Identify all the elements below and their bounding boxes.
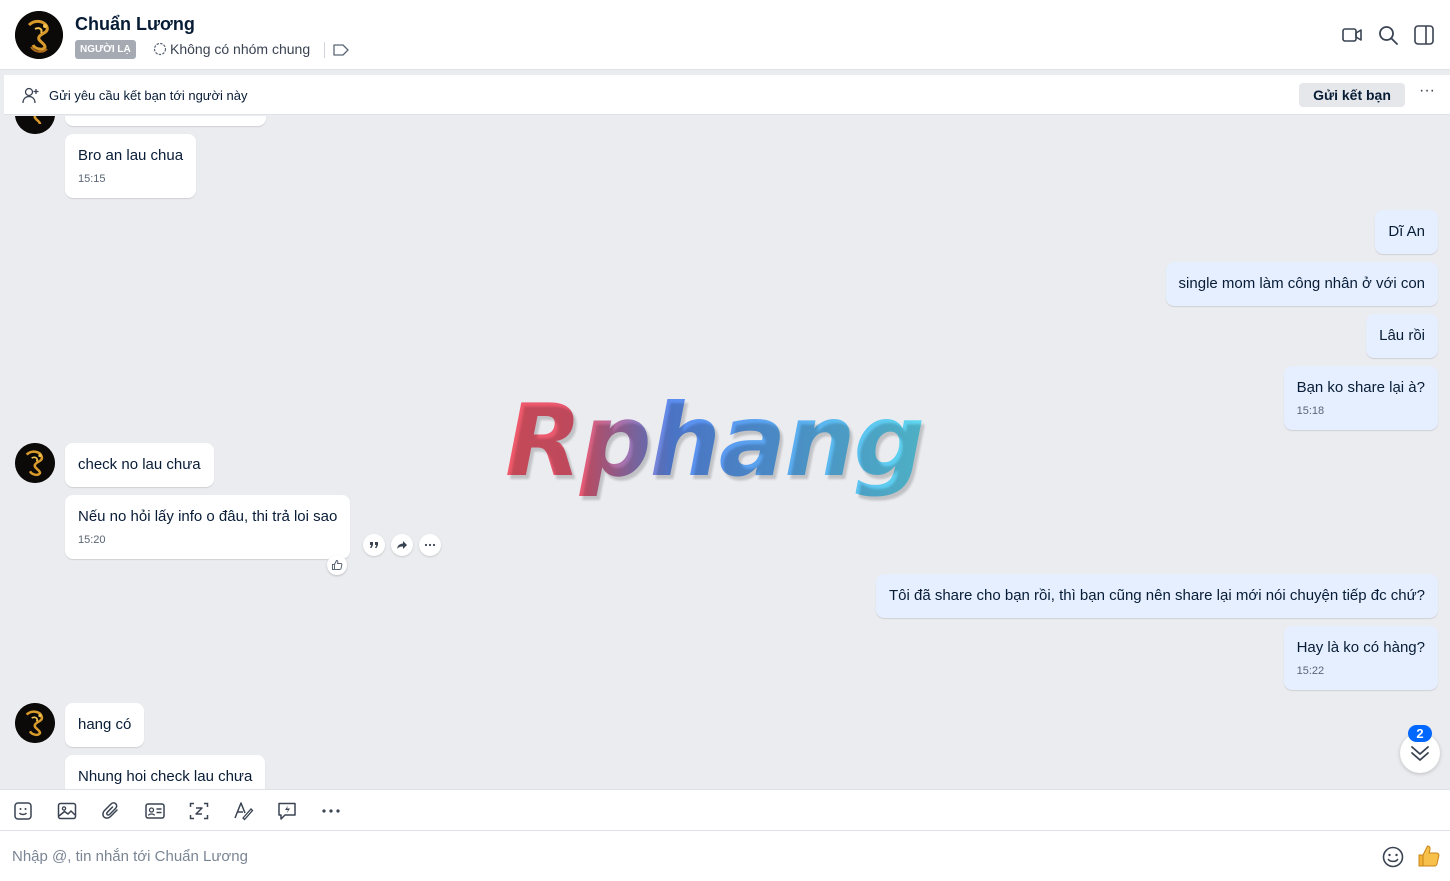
stranger-badge: NGƯỜI LẠ [75, 40, 136, 59]
label-tag-icon[interactable] [332, 42, 350, 58]
contact-card-icon[interactable] [144, 800, 166, 822]
send-friend-request-button[interactable]: Gửi kết bạn [1299, 83, 1405, 107]
message-text: Hay là ko có hàng? [1296, 639, 1425, 656]
quote-icon [369, 542, 378, 548]
image-icon[interactable] [56, 800, 78, 822]
message-bubble-outgoing[interactable]: Tôi đã share cho bạn rồi, thì bạn cũng n… [875, 574, 1438, 618]
header-divider [324, 42, 325, 58]
group-circle-icon [153, 42, 167, 56]
message-bubble-outgoing[interactable]: Lâu rồi [1366, 314, 1438, 358]
friend-bar-more-button[interactable]: ··· [1417, 83, 1437, 103]
unread-count-badge: 2 [1408, 725, 1432, 742]
message-text: hang có [78, 716, 132, 733]
quick-message-icon[interactable] [276, 800, 298, 822]
message-bubble-outgoing[interactable]: Bạn ko share lại à? 15:18 [1283, 366, 1438, 430]
watermark-logo: Rphang [505, 382, 925, 499]
common-groups-label: Không có nhóm chung [170, 41, 311, 57]
text-format-icon[interactable] [232, 800, 254, 822]
quick-like-icon[interactable] [1416, 843, 1442, 869]
screenshot-icon[interactable] [188, 800, 210, 822]
contact-name[interactable]: Chuẩn Lương [75, 14, 195, 35]
message-text: Bro an lau chua [78, 147, 184, 164]
forward-arrow-icon [397, 541, 407, 549]
message-bubble-incoming[interactable]: Nếu no hỏi lấy info o đâu, thi trả loi s… [65, 495, 351, 559]
dragon-avatar-icon [15, 443, 55, 483]
message-time: 15:15 [78, 173, 106, 185]
react-like-button[interactable] [327, 555, 347, 575]
sender-avatar[interactable] [15, 443, 55, 483]
message-bubble-outgoing[interactable]: Dĩ An [1375, 210, 1438, 254]
dragon-avatar-icon [15, 703, 55, 743]
add-friend-icon [22, 87, 39, 104]
video-call-icon[interactable] [1341, 24, 1363, 46]
chat-header: Chuẩn Lương NGƯỜI LẠ Không có nhóm chung [0, 0, 1450, 70]
message-time: 15:18 [1296, 405, 1325, 417]
message-bubble-incoming[interactable]: Nhung hoi check lau chưa [65, 755, 266, 789]
message-bubble-incoming[interactable]: Bro an lau chua 15:15 [65, 134, 197, 198]
search-icon[interactable] [1377, 24, 1399, 46]
message-input[interactable] [12, 844, 1352, 868]
dragon-avatar-icon [15, 116, 55, 134]
friend-request-bar: Gửi yêu cầu kết bạn tới người này Gửi kế… [4, 75, 1450, 115]
thumbs-up-outline-icon [332, 559, 343, 570]
attach-icon[interactable] [100, 800, 122, 822]
sender-avatar[interactable] [15, 116, 55, 134]
message-text: Bạn ko share lại à? [1296, 379, 1425, 396]
message-bubble-partial [65, 116, 266, 126]
message-text: single mom làm công nhân ở với con [1178, 275, 1425, 292]
quote-reply-button[interactable] [363, 534, 385, 556]
emoji-icon[interactable] [1381, 845, 1405, 869]
toggle-sidebar-icon[interactable] [1413, 24, 1435, 46]
message-bubble-incoming[interactable]: hang có [65, 703, 145, 747]
more-dots-icon [424, 543, 436, 547]
forward-button[interactable] [391, 534, 413, 556]
message-text: Tôi đã share cho bạn rồi, thì bạn cũng n… [888, 587, 1425, 604]
common-groups-info[interactable]: Không có nhóm chung [153, 41, 310, 57]
message-text: check no lau chưa [78, 456, 201, 473]
message-text: Nếu no hỏi lấy info o đâu, thi trả loi s… [78, 508, 338, 525]
message-list[interactable]: Rphang Bro an lau chua 15:15 Dĩ An singl… [0, 116, 1450, 789]
sticker-icon[interactable] [12, 800, 34, 822]
message-time: 15:20 [78, 534, 106, 546]
message-composer [0, 831, 1450, 881]
message-text: Nhung hoi check lau chưa [78, 768, 253, 785]
dragon-avatar-icon [15, 11, 63, 59]
message-text: Dĩ An [1388, 223, 1425, 240]
message-bubble-outgoing[interactable]: single mom làm công nhân ở với con [1165, 262, 1438, 306]
friend-request-text: Gửi yêu cầu kết bạn tới người này [49, 88, 248, 103]
composer-toolbar [0, 789, 1450, 831]
message-text: Lâu rồi [1379, 327, 1425, 344]
message-bubble-incoming[interactable]: check no lau chưa [65, 443, 214, 487]
sender-avatar[interactable] [15, 703, 55, 743]
message-bubble-outgoing[interactable]: Hay là ko có hàng? 15:22 [1283, 626, 1438, 690]
message-more-button[interactable] [419, 534, 441, 556]
contact-avatar[interactable] [15, 11, 63, 59]
double-chevron-down-icon [1411, 746, 1429, 761]
message-time: 15:22 [1296, 665, 1325, 677]
more-icon[interactable] [320, 800, 342, 822]
